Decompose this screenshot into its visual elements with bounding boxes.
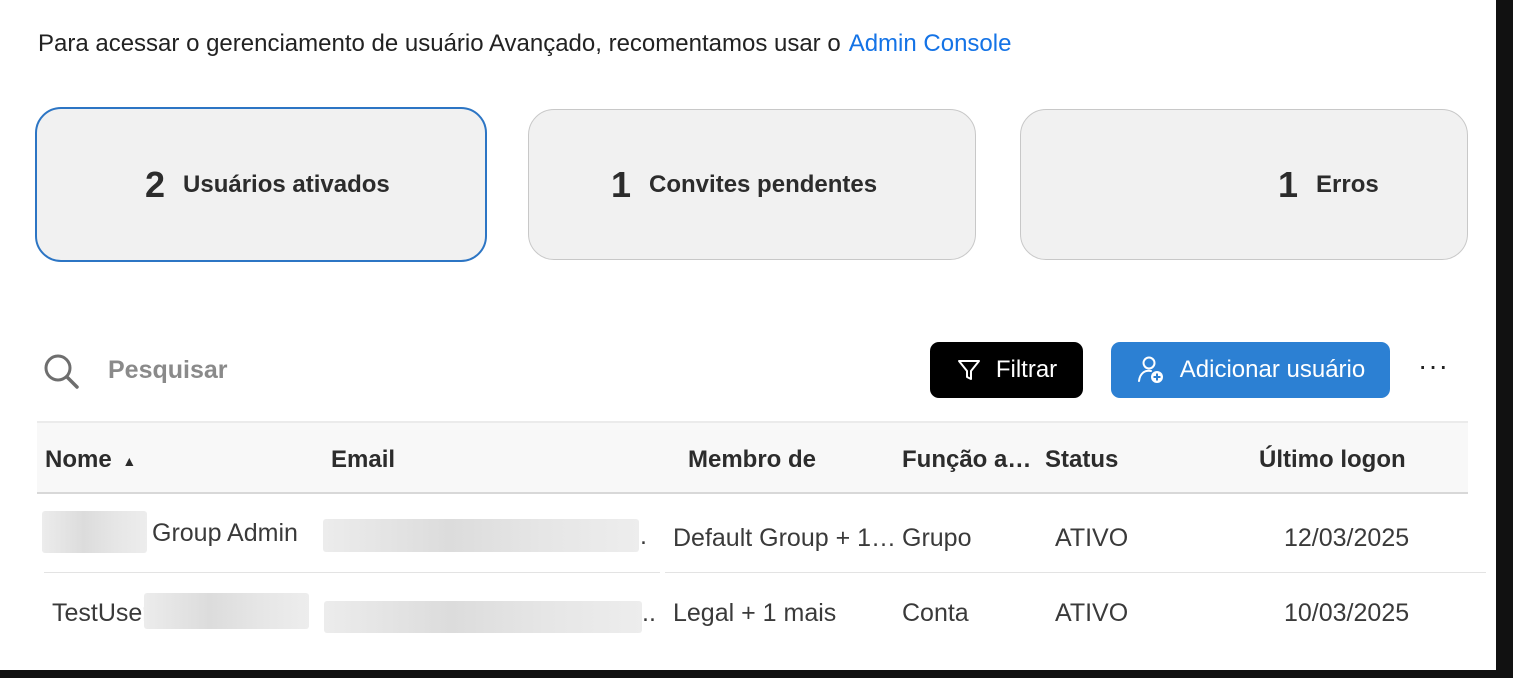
active-users-label: Usuários ativados <box>183 170 390 198</box>
add-user-button[interactable]: Adicionar usuário <box>1111 342 1390 398</box>
table-cell-email-ellipsis: . <box>640 522 647 550</box>
sort-ascending-icon[interactable]: ▲ <box>122 453 136 469</box>
intro-message: Para acessar o gerenciamento de usuário … <box>38 30 841 57</box>
card-errors[interactable]: 1 Erros <box>1020 109 1468 260</box>
column-header-name[interactable]: Nome ▲ <box>45 446 136 474</box>
intro-text: Para acessar o gerenciamento de usuário … <box>38 30 1011 58</box>
table-cell-last-logon: 12/03/2025 <box>1284 524 1410 552</box>
redacted-email <box>324 601 642 633</box>
add-user-label: Adicionar usuário <box>1179 356 1366 383</box>
row-divider <box>665 572 1486 573</box>
column-header-email[interactable]: Email <box>331 446 395 474</box>
card-pending-invites[interactable]: 1 Convites pendentes <box>528 109 976 260</box>
table-cell-name[interactable]: TestUser <box>52 599 151 628</box>
table-cell-status: ATIVO <box>1055 599 1129 627</box>
table-cell-name[interactable]: Group Admin <box>152 519 298 548</box>
header-divider <box>37 492 1468 494</box>
redacted-email <box>323 519 639 552</box>
redacted-name <box>42 511 147 553</box>
column-name-label: Nome <box>45 446 112 473</box>
table-cell-role: Conta <box>902 599 969 627</box>
filter-icon <box>957 360 980 380</box>
search-icon[interactable] <box>42 352 80 390</box>
errors-count: 1 <box>1278 163 1299 205</box>
column-header-member-of[interactable]: Membro de <box>688 446 816 474</box>
card-active-users[interactable]: 2 Usuários ativados <box>35 107 487 262</box>
column-header-role[interactable]: Função a… <box>902 446 1031 474</box>
admin-console-link[interactable]: Admin Console <box>849 30 1012 57</box>
table-cell-role: Grupo <box>902 524 972 552</box>
table-cell-member-of[interactable]: Default Group + 1… <box>673 524 896 553</box>
frame-shadow <box>0 670 1513 678</box>
search-input[interactable]: Pesquisar <box>108 356 228 385</box>
table-cell-member-of[interactable]: Legal + 1 mais <box>673 599 836 628</box>
user-management-panel: Para acessar o gerenciamento de usuário … <box>0 0 1496 670</box>
filter-label: Filtrar <box>995 356 1058 383</box>
pending-invites-count: 1 <box>611 163 632 205</box>
table-cell-status: ATIVO <box>1055 524 1129 552</box>
active-users-count: 2 <box>145 163 166 205</box>
filter-button[interactable]: Filtrar <box>930 342 1083 398</box>
frame-shadow <box>1496 0 1513 678</box>
table-cell-last-logon: 10/03/2025 <box>1284 599 1410 627</box>
add-user-icon <box>1137 356 1163 383</box>
redacted-name <box>144 593 309 629</box>
row-divider <box>44 572 660 573</box>
table-cell-email-ellipsis: .. <box>642 599 656 627</box>
errors-label: Erros <box>1316 170 1379 198</box>
pending-invites-label: Convites pendentes <box>649 170 878 198</box>
column-header-status[interactable]: Status <box>1045 446 1118 474</box>
more-icon[interactable]: ··· <box>1418 350 1449 382</box>
column-header-last-logon[interactable]: Último logon <box>1259 446 1406 474</box>
